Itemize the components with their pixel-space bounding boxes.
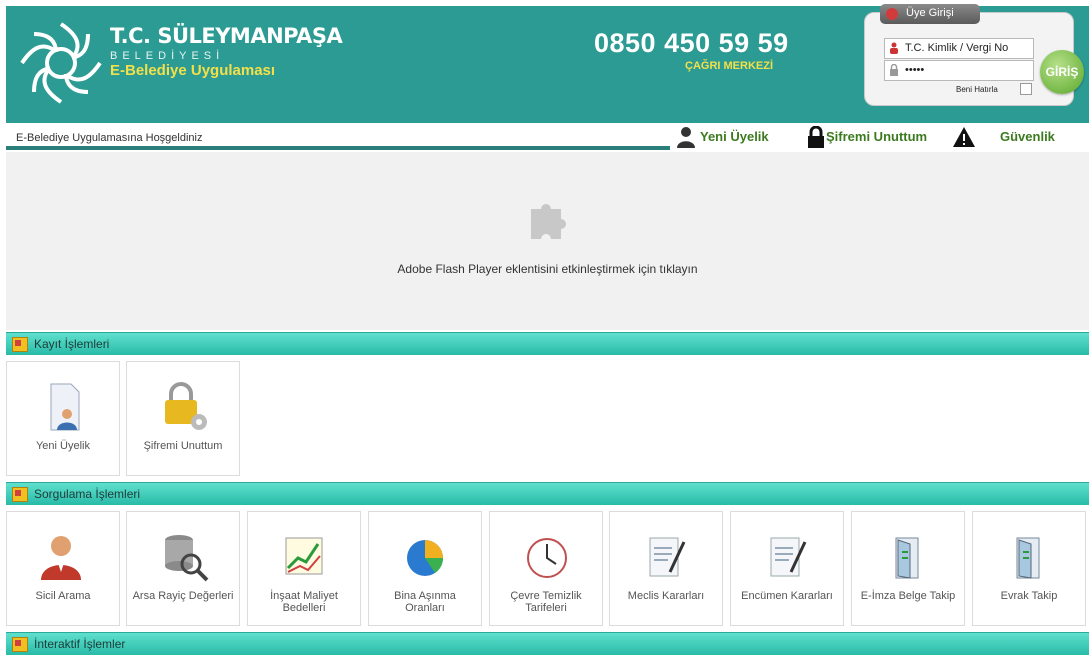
document-pen-icon: [770, 537, 807, 577]
tile-evrak-takip[interactable]: Evrak Takip: [972, 511, 1086, 626]
tile-encumen-kararlari[interactable]: Encümen Kararları: [730, 511, 844, 626]
tile-eimza-belge[interactable]: E-İmza Belge Takip: [851, 511, 965, 626]
password-input[interactable]: •••••: [884, 60, 1034, 81]
tile-forgot-password[interactable]: Şifremi Unuttum: [126, 361, 240, 476]
tile-label: Arsa Rayiç Değerleri: [132, 590, 234, 602]
password-input-value: •••••: [905, 64, 925, 76]
new-member-icon: [50, 383, 80, 431]
site-title: T.C. SÜLEYMANPAŞA: [110, 24, 343, 48]
tile-new-member[interactable]: Yeni Üyelik: [6, 361, 120, 476]
tile-label: Çevre Temizlik Tarifeleri: [510, 590, 582, 614]
flash-message: Adobe Flash Player eklentisini etkinleşt…: [397, 262, 698, 276]
logo-text[interactable]: T.C. SÜLEYMANPAŞA BELEDİYESİ E-Belediye …: [110, 24, 343, 80]
login-button[interactable]: GİRİŞ: [1040, 50, 1084, 94]
tile-label: Yeni Üyelik: [35, 440, 90, 452]
app-name: E-Belediye Uygulaması: [110, 62, 276, 79]
section-title: İnteraktif İşlemler: [34, 637, 126, 651]
tile-label: Bina Aşınma Oranları: [394, 590, 456, 614]
login-tab-label: Üye Girişi: [906, 7, 954, 19]
lock-icon: [808, 126, 824, 148]
tile-label: Evrak Takip: [1000, 590, 1058, 602]
lock-icon: [890, 64, 898, 76]
section-title: Kayıt İşlemleri: [34, 337, 110, 351]
door-document-icon: [895, 537, 919, 579]
security-link[interactable]: Güvenlik: [1000, 129, 1055, 144]
tile-label: Encümen Kararları: [741, 590, 833, 602]
welcome-underline: [6, 146, 670, 150]
section-folder-icon: [12, 337, 28, 352]
login-tab: Üye Girişi: [880, 4, 980, 24]
section-kayit: Kayıt İşlemleri: [6, 332, 1089, 355]
forgot-password-link[interactable]: Şifremi Unuttum: [826, 129, 927, 144]
tile-label: İnşaat Maliyet Bedelleri: [270, 590, 338, 614]
section-title: Sorgulama İşlemleri: [34, 487, 141, 501]
tile-meclis-kararlari[interactable]: Meclis Kararları: [609, 511, 723, 626]
user-icon: [886, 8, 898, 20]
clock-icon: [527, 538, 567, 578]
database-search-icon: [165, 535, 209, 582]
new-member-link[interactable]: Yeni Üyelik: [700, 129, 769, 144]
municipality-emblem-icon[interactable]: [16, 18, 106, 108]
welcome-text: E-Belediye Uygulamasına Hoşgeldiniz: [16, 132, 203, 144]
phone-number: 0850 450 59 59: [594, 28, 789, 58]
person-search-icon: [41, 536, 81, 580]
warning-icon: [953, 127, 975, 147]
section-folder-icon: [12, 487, 28, 502]
padlock-gear-icon: [165, 382, 207, 430]
tile-sicil-arama[interactable]: Sicil Arama: [6, 511, 120, 626]
section-interaktif: İnteraktif İşlemler: [6, 632, 1089, 655]
tile-arsa-rayic[interactable]: Arsa Rayiç Değerleri: [126, 511, 240, 626]
tile-label: Sicil Arama: [35, 590, 91, 602]
id-input-value: T.C. Kimlik / Vergi No: [905, 42, 1009, 54]
door-document-icon: [1016, 537, 1040, 579]
remember-me-checkbox[interactable]: [1020, 83, 1032, 95]
tile-bina-asinma[interactable]: Bina Aşınma Oranları: [368, 511, 482, 626]
tile-cevre-temizlik[interactable]: Çevre Temizlik Tarifeleri: [489, 511, 603, 626]
section-sorgulama: Sorgulama İşlemleri: [6, 482, 1089, 505]
site-subtitle: BELEDİYESİ: [110, 50, 225, 62]
pie-chart-icon: [407, 540, 444, 576]
id-input[interactable]: T.C. Kimlik / Vergi No: [884, 38, 1034, 59]
call-center-label: ÇAĞRI MERKEZİ: [685, 60, 773, 72]
user-icon: [890, 42, 898, 54]
tile-label: Meclis Kararları: [627, 590, 705, 602]
new-member-icon: [677, 127, 695, 148]
tile-label: E-İmza Belge Takip: [860, 590, 956, 602]
document-pen-icon: [649, 537, 686, 577]
line-chart-icon: [285, 537, 323, 575]
tile-label: Şifremi Unuttum: [143, 440, 223, 452]
plugin-puzzle-icon: [531, 204, 566, 239]
tile-insaat-maliyet[interactable]: İnşaat Maliyet Bedelleri: [247, 511, 361, 626]
remember-me-label: Beni Hatırla: [956, 85, 998, 94]
